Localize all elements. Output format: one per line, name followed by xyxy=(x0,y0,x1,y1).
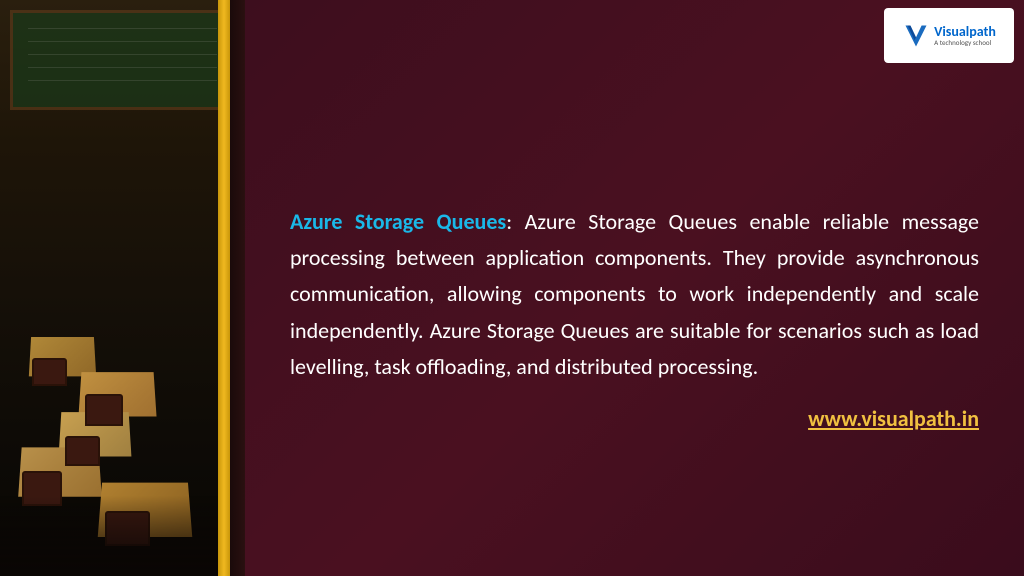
logo-text: Visualpath A technology school xyxy=(934,24,996,48)
brand-tagline: A technology school xyxy=(934,39,996,47)
dark-divider xyxy=(230,0,245,576)
left-image-panel xyxy=(0,0,245,576)
chalkboard-decoration xyxy=(10,10,235,110)
content-title: Azure Storage Queues xyxy=(290,208,506,235)
content-panel: Visualpath A technology school Azure Sto… xyxy=(245,0,1024,576)
yellow-divider xyxy=(218,0,230,576)
logo-container: Visualpath A technology school xyxy=(884,8,1014,63)
visualpath-logo-icon xyxy=(902,22,930,50)
brand-name: Visualpath xyxy=(934,24,996,39)
main-content-area: Azure Storage Queues: Azure Storage Queu… xyxy=(290,85,979,551)
body-paragraph: Azure Storage Queues: Azure Storage Queu… xyxy=(290,204,979,385)
chair-decoration xyxy=(32,358,67,386)
chair-decoration xyxy=(85,394,123,426)
chair-decoration xyxy=(65,436,100,466)
floor-decoration xyxy=(0,496,245,576)
website-link[interactable]: www.visualpath.in xyxy=(290,405,979,432)
